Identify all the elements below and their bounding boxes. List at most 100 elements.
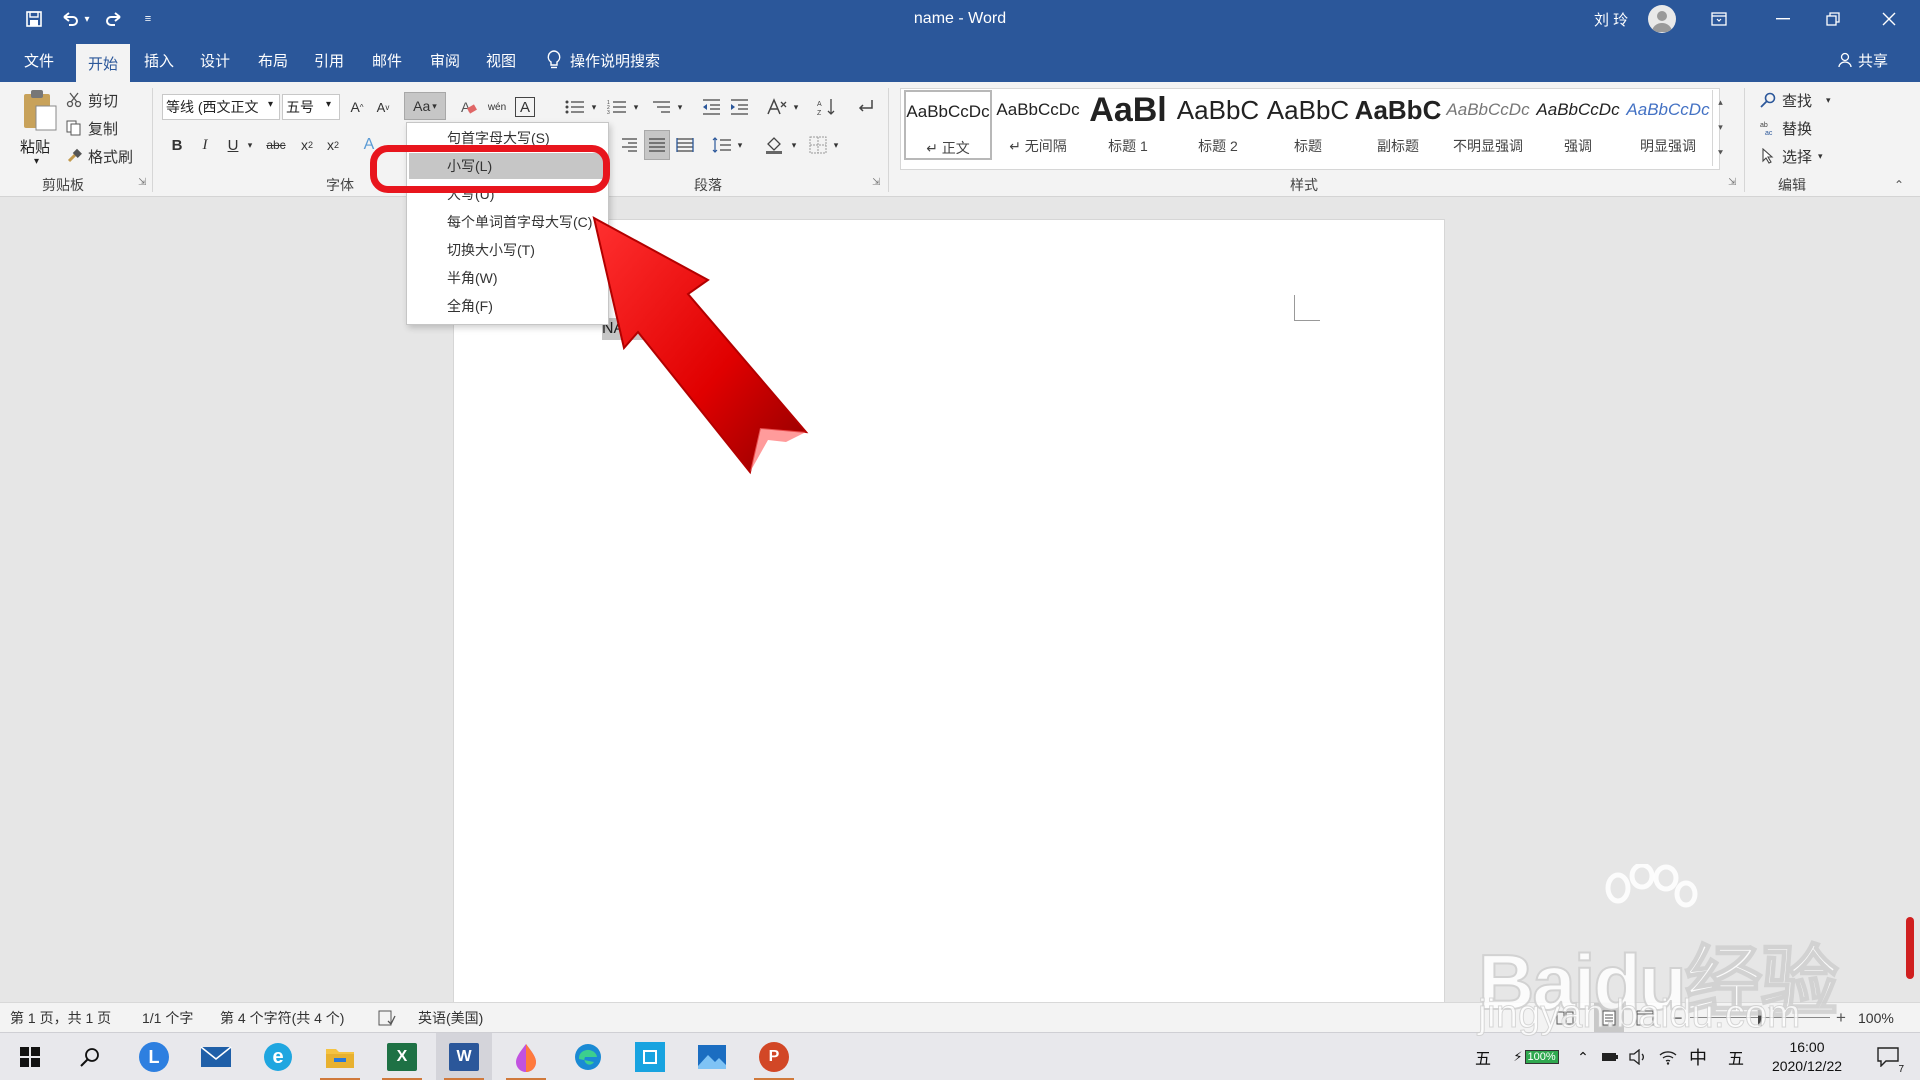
bullets-icon[interactable] [562, 94, 588, 120]
tab-file[interactable]: 文件 [12, 38, 66, 82]
lenovo-app-icon[interactable]: L [126, 1033, 182, 1080]
battery-icon[interactable] [1598, 1033, 1622, 1080]
style-title[interactable]: AaBbC 标题 [1264, 90, 1352, 160]
font-size-dropdown-icon[interactable]: ▾ [326, 99, 331, 110]
store-app-icon[interactable] [622, 1033, 678, 1080]
chinese-layout-dropdown-icon[interactable]: ▾ [790, 94, 802, 120]
show-marks-icon[interactable] [852, 94, 878, 120]
word-count[interactable]: 1/1 个字 [142, 1003, 193, 1033]
shading-dropdown-icon[interactable]: ▾ [788, 132, 800, 158]
battery-indicator[interactable]: ⚡ 100% [1504, 1033, 1568, 1080]
underline-dropdown-icon[interactable]: ▾ [244, 132, 256, 158]
avatar[interactable] [1648, 5, 1676, 33]
cut-button[interactable]: 剪切 [66, 88, 118, 112]
superscript-icon[interactable]: x2 [322, 132, 344, 158]
style-subtitle[interactable]: AaBbC 副标题 [1354, 90, 1442, 160]
wifi-icon[interactable] [1656, 1033, 1680, 1080]
volume-icon[interactable] [1626, 1033, 1650, 1080]
read-mode-icon[interactable] [1556, 1003, 1574, 1033]
word-icon[interactable]: W [436, 1033, 492, 1080]
style-normal[interactable]: AaBbCcDc ↵ 正文 [904, 90, 992, 160]
find-button[interactable]: 查找 ▾ [1760, 88, 1831, 112]
line-spacing-icon[interactable] [710, 132, 734, 158]
font-name-dropdown-icon[interactable]: ▾ [268, 99, 273, 110]
shading-icon[interactable] [762, 132, 786, 158]
styles-scroll[interactable]: ▴ ▾ ⯆ [1712, 90, 1728, 166]
paste-button[interactable]: 粘贴 ▾ [16, 88, 64, 178]
search-icon[interactable] [62, 1033, 118, 1080]
tab-insert[interactable]: 插入 [132, 38, 186, 82]
input-language[interactable]: 中 [1684, 1033, 1712, 1080]
tab-references[interactable]: 引用 [302, 38, 356, 82]
replace-button[interactable]: ab ac 替换 [1760, 116, 1812, 140]
font-size-combo[interactable]: 五号 [282, 94, 340, 120]
style-subtle-emphasis[interactable]: AaBbCcDc 不明显强调 [1444, 90, 1532, 160]
windows-start-icon[interactable] [2, 1033, 58, 1080]
mail-app-icon[interactable] [188, 1033, 244, 1080]
chinese-layout-icon[interactable] [764, 94, 790, 120]
tab-layout[interactable]: 布局 [246, 38, 300, 82]
increase-indent-icon[interactable] [726, 94, 752, 120]
scrollbar-thumb[interactable] [1906, 917, 1914, 979]
collapse-ribbon-icon[interactable]: ⌃ [1894, 178, 1904, 192]
tell-me-search[interactable]: 操作说明搜索 [546, 38, 660, 82]
tab-review[interactable]: 审阅 [418, 38, 472, 82]
ribbon-display-options-icon[interactable] [1696, 0, 1742, 38]
dialog-launcher-icon[interactable]: ⇲ [138, 177, 146, 188]
zoom-in-icon[interactable]: + [1836, 1003, 1846, 1033]
style-intense-emphasis[interactable]: AaBbCcDc 明显强调 [1624, 90, 1712, 160]
restore-icon[interactable] [1810, 0, 1856, 38]
numbering-dropdown-icon[interactable]: ▾ [630, 94, 642, 120]
change-case-button[interactable]: Aa ▾ [404, 92, 446, 120]
tab-view[interactable]: 视图 [474, 38, 528, 82]
close-icon[interactable] [1866, 0, 1912, 38]
borders-dropdown-icon[interactable]: ▾ [830, 132, 842, 158]
strikethrough-icon[interactable]: abc [262, 132, 290, 158]
proofing-icon[interactable] [378, 1003, 396, 1033]
line-spacing-dropdown-icon[interactable]: ▾ [734, 132, 746, 158]
scroll-down-icon[interactable]: ▾ [1718, 122, 1723, 133]
multilevel-dropdown-icon[interactable]: ▾ [674, 94, 686, 120]
italic-icon[interactable]: I [194, 132, 216, 158]
redo-icon[interactable] [102, 8, 126, 30]
clear-formatting-icon[interactable]: A [458, 94, 480, 120]
more-styles-icon[interactable]: ⯆ [1717, 148, 1724, 159]
zoom-slider-thumb[interactable] [1758, 1010, 1762, 1026]
sort-icon[interactable]: AZ [814, 94, 840, 120]
menu-item-capitalize-each-word[interactable]: 每个单词首字母大写(C) [409, 209, 606, 235]
zoom-out-icon[interactable]: − [1672, 1003, 1683, 1033]
powerpoint-icon[interactable]: P [746, 1033, 802, 1080]
photos-icon[interactable] [684, 1033, 740, 1080]
style-heading-2[interactable]: AaBbC 标题 2 [1174, 90, 1262, 160]
undo-icon[interactable] [58, 8, 82, 30]
web-layout-icon[interactable] [1636, 1003, 1654, 1033]
dialog-launcher-icon[interactable]: ⇲ [872, 177, 880, 188]
grow-font-icon[interactable]: A ^ [346, 94, 368, 120]
borders-icon[interactable] [806, 132, 830, 158]
minimize-icon[interactable] [1760, 0, 1806, 38]
edge-icon[interactable] [560, 1033, 616, 1080]
excel-icon[interactable]: X [374, 1033, 430, 1080]
customize-icon[interactable]: ≡ [136, 8, 160, 30]
dialog-launcher-icon[interactable]: ⇲ [1728, 177, 1736, 188]
file-explorer-icon[interactable] [312, 1033, 368, 1080]
paint3d-icon[interactable] [498, 1033, 554, 1080]
character-border-icon[interactable]: A [514, 94, 536, 120]
notification-center-icon[interactable]: 7 [1868, 1033, 1908, 1080]
align-right-icon[interactable] [618, 132, 640, 158]
show-hidden-icons-icon[interactable]: ⌃ [1572, 1033, 1594, 1080]
undo-dropdown-icon[interactable]: ▾ [80, 8, 94, 30]
tab-mailings[interactable]: 邮件 [360, 38, 414, 82]
tab-design[interactable]: 设计 [188, 38, 242, 82]
save-icon[interactable] [22, 8, 46, 30]
underline-icon[interactable]: U [222, 132, 244, 158]
select-button[interactable]: 选择 ▾ [1760, 144, 1823, 168]
character-position[interactable]: 第 4 个字符(共 4 个) [220, 1003, 344, 1033]
print-layout-icon[interactable] [1594, 1003, 1624, 1033]
bold-icon[interactable]: B [166, 132, 188, 158]
scroll-up-icon[interactable]: ▴ [1718, 97, 1723, 108]
edge-legacy-icon[interactable]: e [250, 1033, 306, 1080]
bullets-dropdown-icon[interactable]: ▾ [588, 94, 600, 120]
format-painter-button[interactable]: 格式刷 [66, 144, 133, 168]
clock[interactable]: 16:00 2020/12/22 [1762, 1033, 1852, 1080]
